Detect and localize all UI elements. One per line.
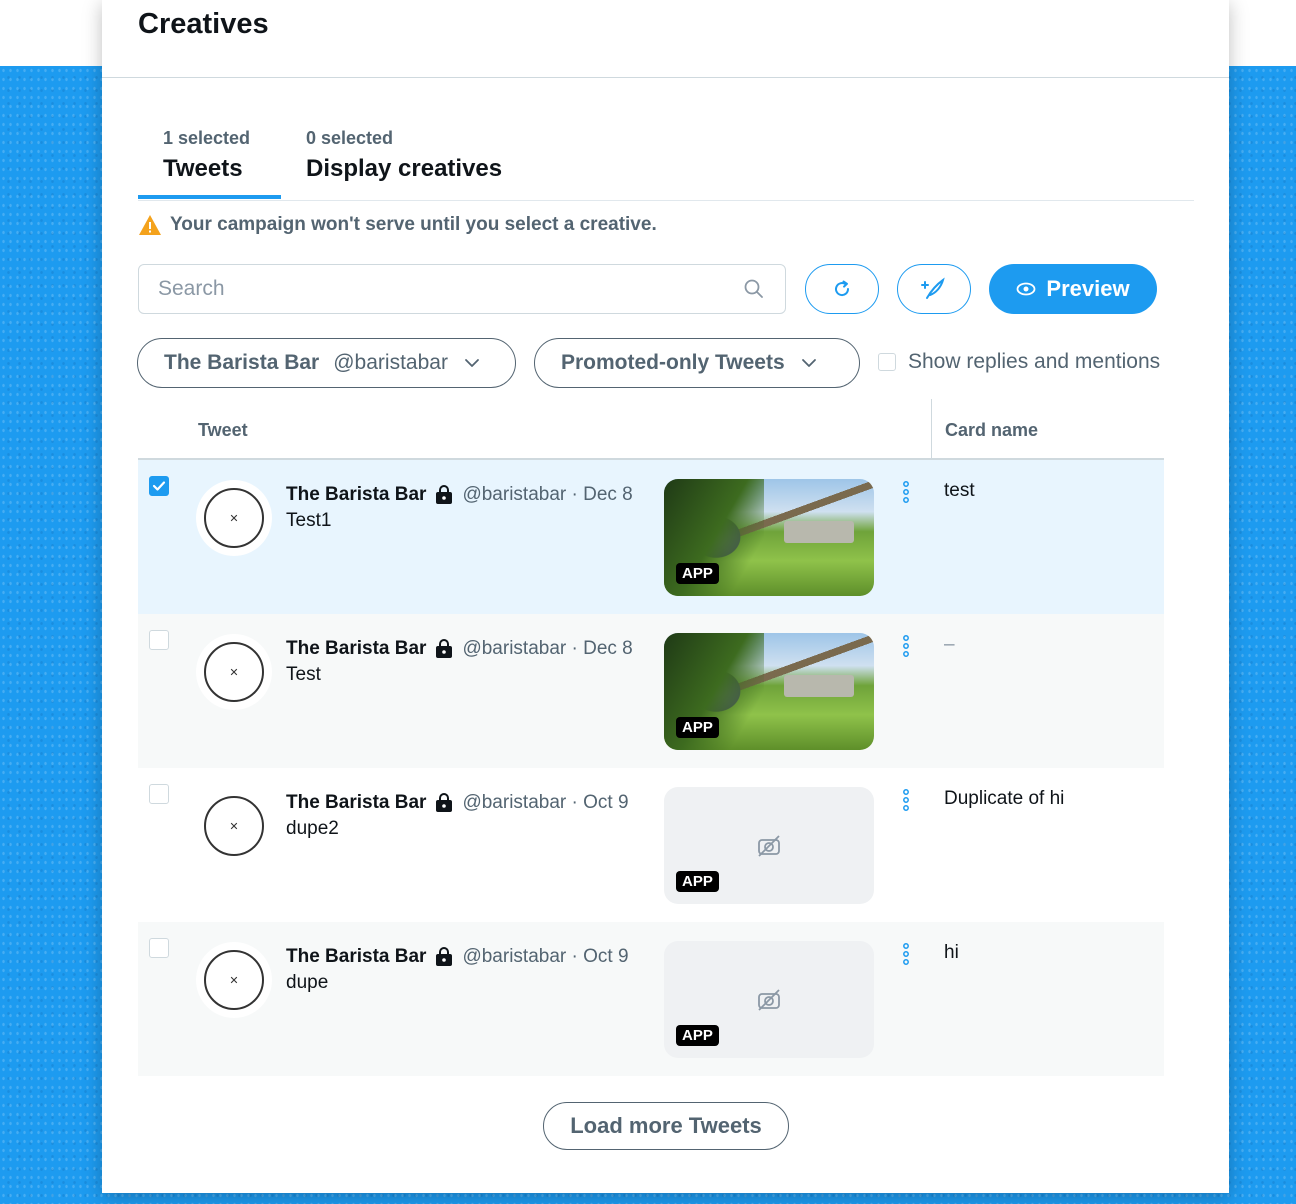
table-row[interactable]: ✕ The Barista Bar @baristabar · Dec 8 Te…	[138, 460, 1164, 614]
eye-icon	[1017, 282, 1036, 296]
show-replies-toggle[interactable]: Show replies and mentions	[878, 350, 1160, 374]
app-badge: APP	[676, 563, 719, 584]
avatar: ✕	[196, 942, 272, 1018]
card-name: –	[944, 634, 955, 655]
chevron-down-icon	[465, 359, 479, 367]
tweet-meta: The Barista Bar @baristabar · Oct 9	[286, 946, 629, 968]
column-divider	[931, 399, 932, 459]
avatar: ✕	[196, 788, 272, 864]
more-options-icon[interactable]	[901, 942, 911, 966]
warning-icon	[139, 215, 161, 235]
title-divider	[102, 77, 1229, 78]
tweet-handle-date: @baristabar · Dec 8	[462, 484, 633, 505]
tweet-account-name: The Barista Bar	[286, 946, 427, 967]
promoted-lock-icon	[436, 639, 453, 658]
account-selector[interactable]: The Barista Bar @baristabar	[137, 338, 516, 388]
barista-logo-icon: ✕	[204, 642, 264, 702]
avatar: ✕	[196, 634, 272, 710]
warning-text: Your campaign won't serve until you sele…	[170, 214, 657, 235]
search-input[interactable]	[139, 277, 743, 301]
show-replies-label: Show replies and mentions	[908, 350, 1161, 373]
tweet-media-image[interactable]: APP	[664, 479, 874, 596]
row-checkbox[interactable]	[149, 630, 169, 650]
avatar: ✕	[196, 480, 272, 556]
search-box	[138, 264, 786, 314]
more-options-icon[interactable]	[901, 788, 911, 812]
compose-feather-icon	[921, 277, 945, 299]
tweet-handle-date: @baristabar · Oct 9	[462, 792, 629, 813]
tweet-text: Test1	[286, 510, 332, 531]
promoted-lock-icon	[436, 485, 453, 504]
tweet-media-image[interactable]: APP	[664, 633, 874, 750]
tweet-meta: The Barista Bar @baristabar · Oct 9	[286, 792, 629, 814]
tweet-meta: The Barista Bar @baristabar · Dec 8	[286, 484, 633, 506]
more-options-icon[interactable]	[901, 480, 911, 504]
account-name: The Barista Bar	[164, 351, 320, 374]
promoted-lock-icon	[436, 947, 453, 966]
refresh-icon	[835, 280, 850, 297]
card-name: test	[944, 480, 975, 501]
tweet-account-name: The Barista Bar	[286, 484, 427, 505]
refresh-button[interactable]	[805, 264, 879, 314]
row-checkbox[interactable]	[149, 938, 169, 958]
row-checkbox[interactable]	[149, 784, 169, 804]
no-image-icon	[758, 834, 780, 857]
tab-tweets-count: 1 selected	[163, 128, 251, 148]
tweet-media-placeholder[interactable]: APP	[664, 941, 874, 1058]
tweet-text: dupe2	[286, 818, 339, 839]
column-header-tweet: Tweet	[198, 420, 248, 440]
active-tab-indicator	[138, 195, 281, 199]
chevron-down-icon	[801, 359, 816, 367]
page-title: Creatives	[138, 8, 269, 40]
tweet-handle-date: @baristabar · Oct 9	[462, 946, 629, 967]
barista-logo-icon: ✕	[204, 488, 264, 548]
barista-logo-icon: ✕	[204, 796, 264, 856]
column-header-card-name: Card name	[945, 420, 1039, 440]
tweet-type-label: Promoted-only Tweets	[561, 351, 785, 374]
creatives-panel: Creatives 1 selected Tweets 0 selected D…	[102, 0, 1229, 1193]
warning-banner: Your campaign won't serve until you sele…	[138, 214, 657, 236]
account-handle: @baristabar	[333, 351, 448, 374]
tweet-media-placeholder[interactable]: APP	[664, 787, 874, 904]
table-row[interactable]: ✕ The Barista Bar @baristabar · Dec 8 Te…	[138, 614, 1164, 768]
barista-logo-icon: ✕	[204, 950, 264, 1010]
tweet-account-name: The Barista Bar	[286, 792, 427, 813]
tweet-meta: The Barista Bar @baristabar · Dec 8	[286, 638, 633, 660]
tabs-divider	[138, 200, 1194, 201]
tweet-type-selector[interactable]: Promoted-only Tweets	[534, 338, 860, 388]
show-replies-checkbox[interactable]	[878, 353, 896, 371]
tweet-handle-date: @baristabar · Dec 8	[462, 638, 633, 659]
row-checkbox[interactable]	[149, 476, 169, 496]
tab-tweets-label: Tweets	[163, 155, 243, 182]
tab-display-label: Display creatives	[306, 155, 503, 182]
tweet-text: Test	[286, 664, 321, 685]
tab-display-count: 0 selected	[306, 128, 394, 148]
card-name: hi	[944, 942, 959, 963]
more-options-icon[interactable]	[901, 634, 911, 658]
tweet-text: dupe	[286, 972, 329, 993]
table-row[interactable]: ✕ The Barista Bar @baristabar · Oct 9 du…	[138, 922, 1164, 1076]
load-more-button[interactable]: Load more Tweets	[543, 1102, 789, 1150]
app-badge: APP	[676, 1025, 719, 1046]
preview-label: Preview	[1046, 276, 1130, 301]
search-icon[interactable]	[743, 278, 765, 300]
app-badge: APP	[676, 717, 719, 738]
promoted-lock-icon	[436, 793, 453, 812]
preview-button[interactable]: Preview	[989, 264, 1157, 314]
tab-display-creatives[interactable]: 0 selected Display creatives	[306, 128, 502, 183]
compose-tweet-button[interactable]	[897, 264, 971, 314]
table-row[interactable]: ✕ The Barista Bar @baristabar · Oct 9 du…	[138, 768, 1164, 922]
tweet-account-name: The Barista Bar	[286, 638, 427, 659]
checkmark-icon	[152, 481, 166, 491]
app-badge: APP	[676, 871, 719, 892]
card-name: Duplicate of hi	[944, 788, 1065, 809]
no-image-icon	[758, 988, 780, 1011]
tab-tweets[interactable]: 1 selected Tweets	[163, 128, 250, 183]
